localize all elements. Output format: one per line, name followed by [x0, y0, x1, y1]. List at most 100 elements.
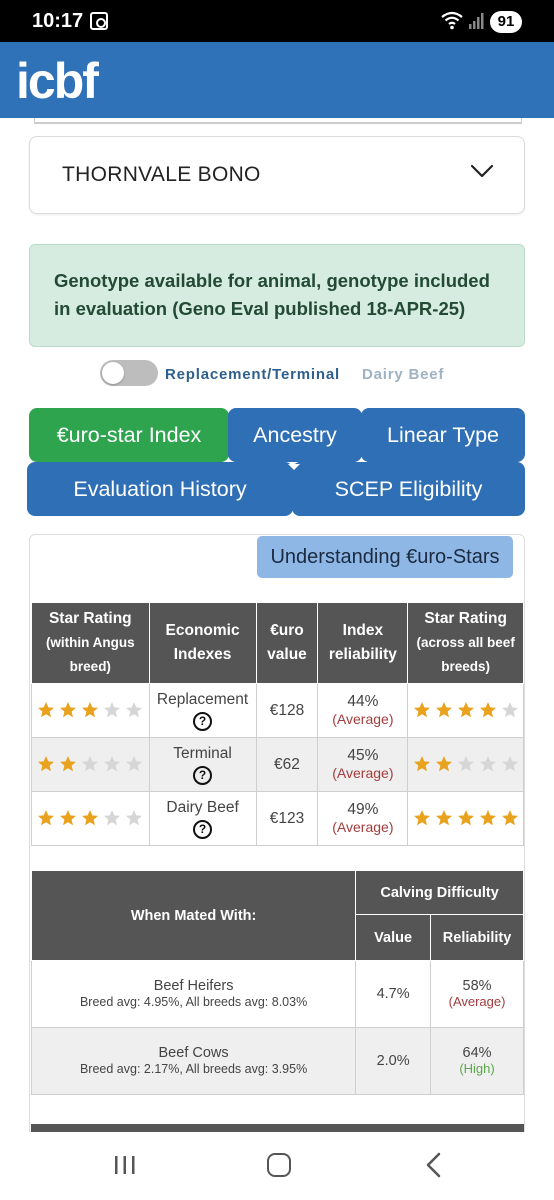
star-filled-icon — [435, 702, 452, 718]
page-content: THORNVALE BONO Genotype available for an… — [0, 118, 554, 1132]
star-filled-icon — [479, 702, 496, 718]
genotype-alert: Genotype available for animal, genotype … — [29, 244, 525, 347]
header-star-rating-across: Star Rating (across all beef breeds) — [407, 602, 524, 684]
help-icon[interactable]: ? — [193, 765, 213, 785]
star-filled-icon — [457, 702, 474, 718]
tab-linear-type[interactable]: Linear Type — [361, 408, 525, 462]
header-star-rating-within: Star Rating (within Angus breed) — [31, 602, 150, 684]
star-filled-icon — [38, 810, 55, 826]
mated-group-cell: Beef Cows Breed avg: 2.17%, All breeds av… — [30, 1027, 357, 1095]
star-empty-icon — [104, 756, 121, 772]
star-filled-icon — [60, 702, 77, 718]
header-euro-value: €uro value — [255, 602, 319, 684]
status-bar: 10:17 91 — [0, 0, 554, 42]
tab-evaluation-history[interactable]: Evaluation History — [27, 462, 293, 516]
star-empty-icon — [501, 702, 518, 718]
star-filled-icon — [413, 756, 430, 772]
star-filled-icon — [457, 810, 474, 826]
star-empty-icon — [126, 702, 143, 718]
header-index-reliability: Index reliability — [317, 602, 409, 684]
status-time: 10:17 — [32, 10, 84, 32]
star-filled-icon — [413, 702, 430, 718]
star-filled-icon — [413, 810, 430, 826]
star-filled-icon — [435, 756, 452, 772]
signal-icon — [469, 13, 484, 29]
star-filled-icon — [82, 702, 99, 718]
euro-value-cell: €128 — [255, 683, 319, 738]
calving-difficulty-table: When Mated With: Calving Difficulty Valu… — [30, 870, 524, 1095]
star-filled-icon — [60, 756, 77, 772]
tab-euro-star-index[interactable]: €uro-star Index — [29, 408, 229, 462]
star-filled-icon — [501, 810, 518, 826]
reliability-cell: 44% (Average) — [317, 683, 409, 738]
euro-value-cell: €123 — [255, 791, 319, 846]
index-table: Star Rating (within Angus breed) Economic… — [31, 602, 524, 846]
home-icon[interactable] — [267, 1153, 291, 1177]
table-row: Terminal? €62 45% (Average) — [31, 737, 524, 792]
star-empty-icon — [479, 756, 496, 772]
index-toggle-switch[interactable] — [100, 360, 158, 386]
animal-selector[interactable]: THORNVALE BONO — [29, 136, 525, 214]
calving-reliability-cell: 64% (High) — [430, 1027, 524, 1095]
header-calving-difficulty: Calving Difficulty — [355, 870, 524, 915]
system-nav-bar — [0, 1132, 554, 1200]
calving-reliability-cell: 58% (Average) — [430, 960, 524, 1028]
header-economic-indexes: Economic Indexes — [148, 602, 257, 684]
star-empty-icon — [126, 810, 143, 826]
star-empty-icon — [82, 756, 99, 772]
star-rating-across — [407, 683, 524, 738]
star-rating-within — [31, 791, 150, 846]
star-empty-icon — [104, 810, 121, 826]
economic-index-cell: Terminal? — [148, 737, 257, 792]
reliability-cell: 45% (Average) — [317, 737, 409, 792]
screenshot-icon — [90, 12, 108, 30]
toggle-knob — [102, 362, 124, 384]
index-toggle-row: Replacement/Terminal Dairy Beef — [100, 358, 500, 390]
star-filled-icon — [435, 810, 452, 826]
table-row: Replacement? €128 44% (Average) — [31, 683, 524, 738]
next-table-header-fragment — [31, 1124, 524, 1132]
toggle-label-dairy-beef: Dairy Beef — [362, 366, 445, 383]
economic-index-cell: Replacement? — [148, 683, 257, 738]
star-rating-within — [31, 683, 150, 738]
table-row: Dairy Beef? €123 49% (Average) — [31, 791, 524, 846]
star-filled-icon — [38, 702, 55, 718]
understanding-euro-stars-button[interactable]: Understanding €uro-Stars — [257, 536, 513, 578]
table-row: Beef Cows Breed avg: 2.17%, All breeds av… — [30, 1027, 524, 1095]
help-icon[interactable]: ? — [193, 711, 213, 731]
star-filled-icon — [38, 756, 55, 772]
toggle-label-replacement-terminal: Replacement/Terminal — [165, 366, 340, 383]
header-when-mated-with: When Mated With: — [30, 870, 357, 961]
wifi-icon — [441, 11, 463, 30]
star-empty-icon — [457, 756, 474, 772]
star-filled-icon — [479, 810, 496, 826]
icbf-logo[interactable]: icbf — [16, 52, 99, 110]
tab-dropdown-caret-icon — [288, 464, 300, 470]
star-rating-across — [407, 737, 524, 792]
star-filled-icon — [60, 810, 77, 826]
star-empty-icon — [104, 702, 121, 718]
star-rating-within — [31, 737, 150, 792]
battery-indicator: 91 — [490, 11, 522, 33]
help-icon[interactable]: ? — [193, 819, 213, 839]
table-row: Beef Heifers Breed avg: 4.95%, All breeds… — [30, 960, 524, 1028]
chevron-down-icon — [470, 164, 494, 178]
reliability-cell: 49% (Average) — [317, 791, 409, 846]
app-header: icbf — [0, 42, 554, 118]
mated-group-cell: Beef Heifers Breed avg: 4.95%, All breeds… — [30, 960, 357, 1028]
euro-value-cell: €62 — [255, 737, 319, 792]
calving-value-cell: 2.0% — [355, 1027, 432, 1095]
calving-value-cell: 4.7% — [355, 960, 432, 1028]
tab-ancestry[interactable]: Ancestry — [228, 408, 362, 462]
star-filled-icon — [82, 810, 99, 826]
star-empty-icon — [126, 756, 143, 772]
animal-name: THORNVALE BONO — [62, 163, 261, 186]
tab-scep-eligibility[interactable]: SCEP Eligibility — [292, 462, 525, 516]
search-panel-fragment — [34, 118, 522, 124]
back-icon[interactable] — [424, 1152, 444, 1178]
header-value: Value — [355, 914, 432, 961]
star-empty-icon — [501, 756, 518, 772]
star-rating-across — [407, 791, 524, 846]
recent-apps-icon[interactable] — [112, 1154, 138, 1176]
header-reliability: Reliability — [430, 914, 524, 961]
